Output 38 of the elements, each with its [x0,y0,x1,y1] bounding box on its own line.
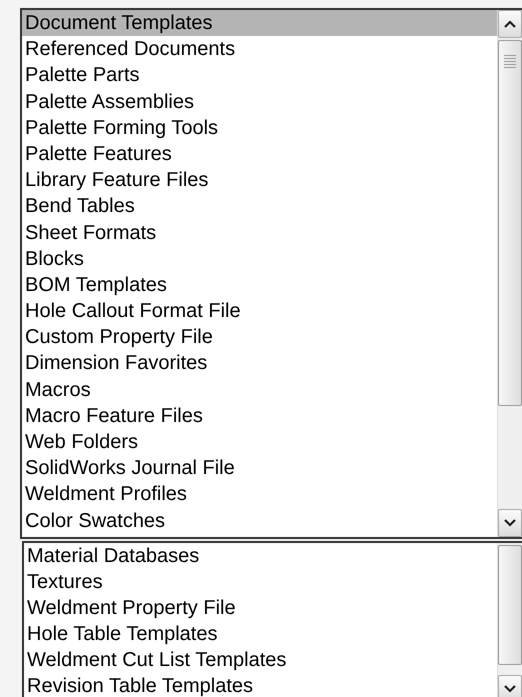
list-item[interactable]: Palette Assemblies [22,88,194,115]
list-item[interactable]: Bend Tables [22,193,135,220]
list-item[interactable]: SolidWorks Journal File [22,455,235,482]
scroll-up-button[interactable] [498,10,522,38]
list-item[interactable]: Color Swatches [22,508,166,534]
list-item[interactable]: Library Feature Files [22,167,208,194]
chevron-icon [504,20,516,28]
list-item[interactable]: Palette Parts [22,62,140,89]
list-item[interactable]: Revision Table Templates [24,673,254,697]
list-item[interactable]: Hole Callout Format File [22,298,241,324]
list-item[interactable]: Macro Feature Files [22,402,203,429]
list-box[interactable]: Material Databases Textures Weldment Property File Hole Table Templates Weldment Cut List Templates Revision Table Templates [22,541,522,697]
list-item[interactable]: Weldment Cut List Templates [24,647,286,673]
list-item[interactable]: Textures [24,569,103,595]
list-item[interactable]: Web Folders [22,429,138,456]
list-item[interactable]: Hole Table Templates [24,621,218,647]
list-item[interactable]: Weldment Property File [24,595,236,621]
scroll-down-button[interactable] [498,675,522,697]
scroll-down-button[interactable] [498,509,522,537]
list-item[interactable]: Palette Forming Tools [22,114,218,141]
list-item[interactable]: Sheet Formats [22,220,156,246]
scroll-thumb[interactable] [498,40,522,406]
list-item[interactable]: BOM Templates [22,272,167,298]
list-item[interactable]: Weldment Profiles [22,481,187,508]
scroll-thumb[interactable] [498,545,522,665]
list-box[interactable] [20,8,522,539]
list-item[interactable]: Custom Property File [22,324,213,350]
list-item[interactable]: Dimension Favorites [22,350,208,377]
list-item[interactable]: Macros [22,376,91,403]
scrollbar[interactable] [497,10,522,537]
list-item[interactable]: Document Templates [22,10,497,36]
list-item[interactable]: Referenced Documents [22,36,236,62]
chevron-icon [504,519,516,527]
list-item[interactable]: Palette Features [22,140,172,168]
scrollbar[interactable] [497,543,522,697]
list-item[interactable]: Material Databases [24,543,200,569]
list-item[interactable]: Blocks [22,246,84,272]
chevron-icon [504,685,516,693]
